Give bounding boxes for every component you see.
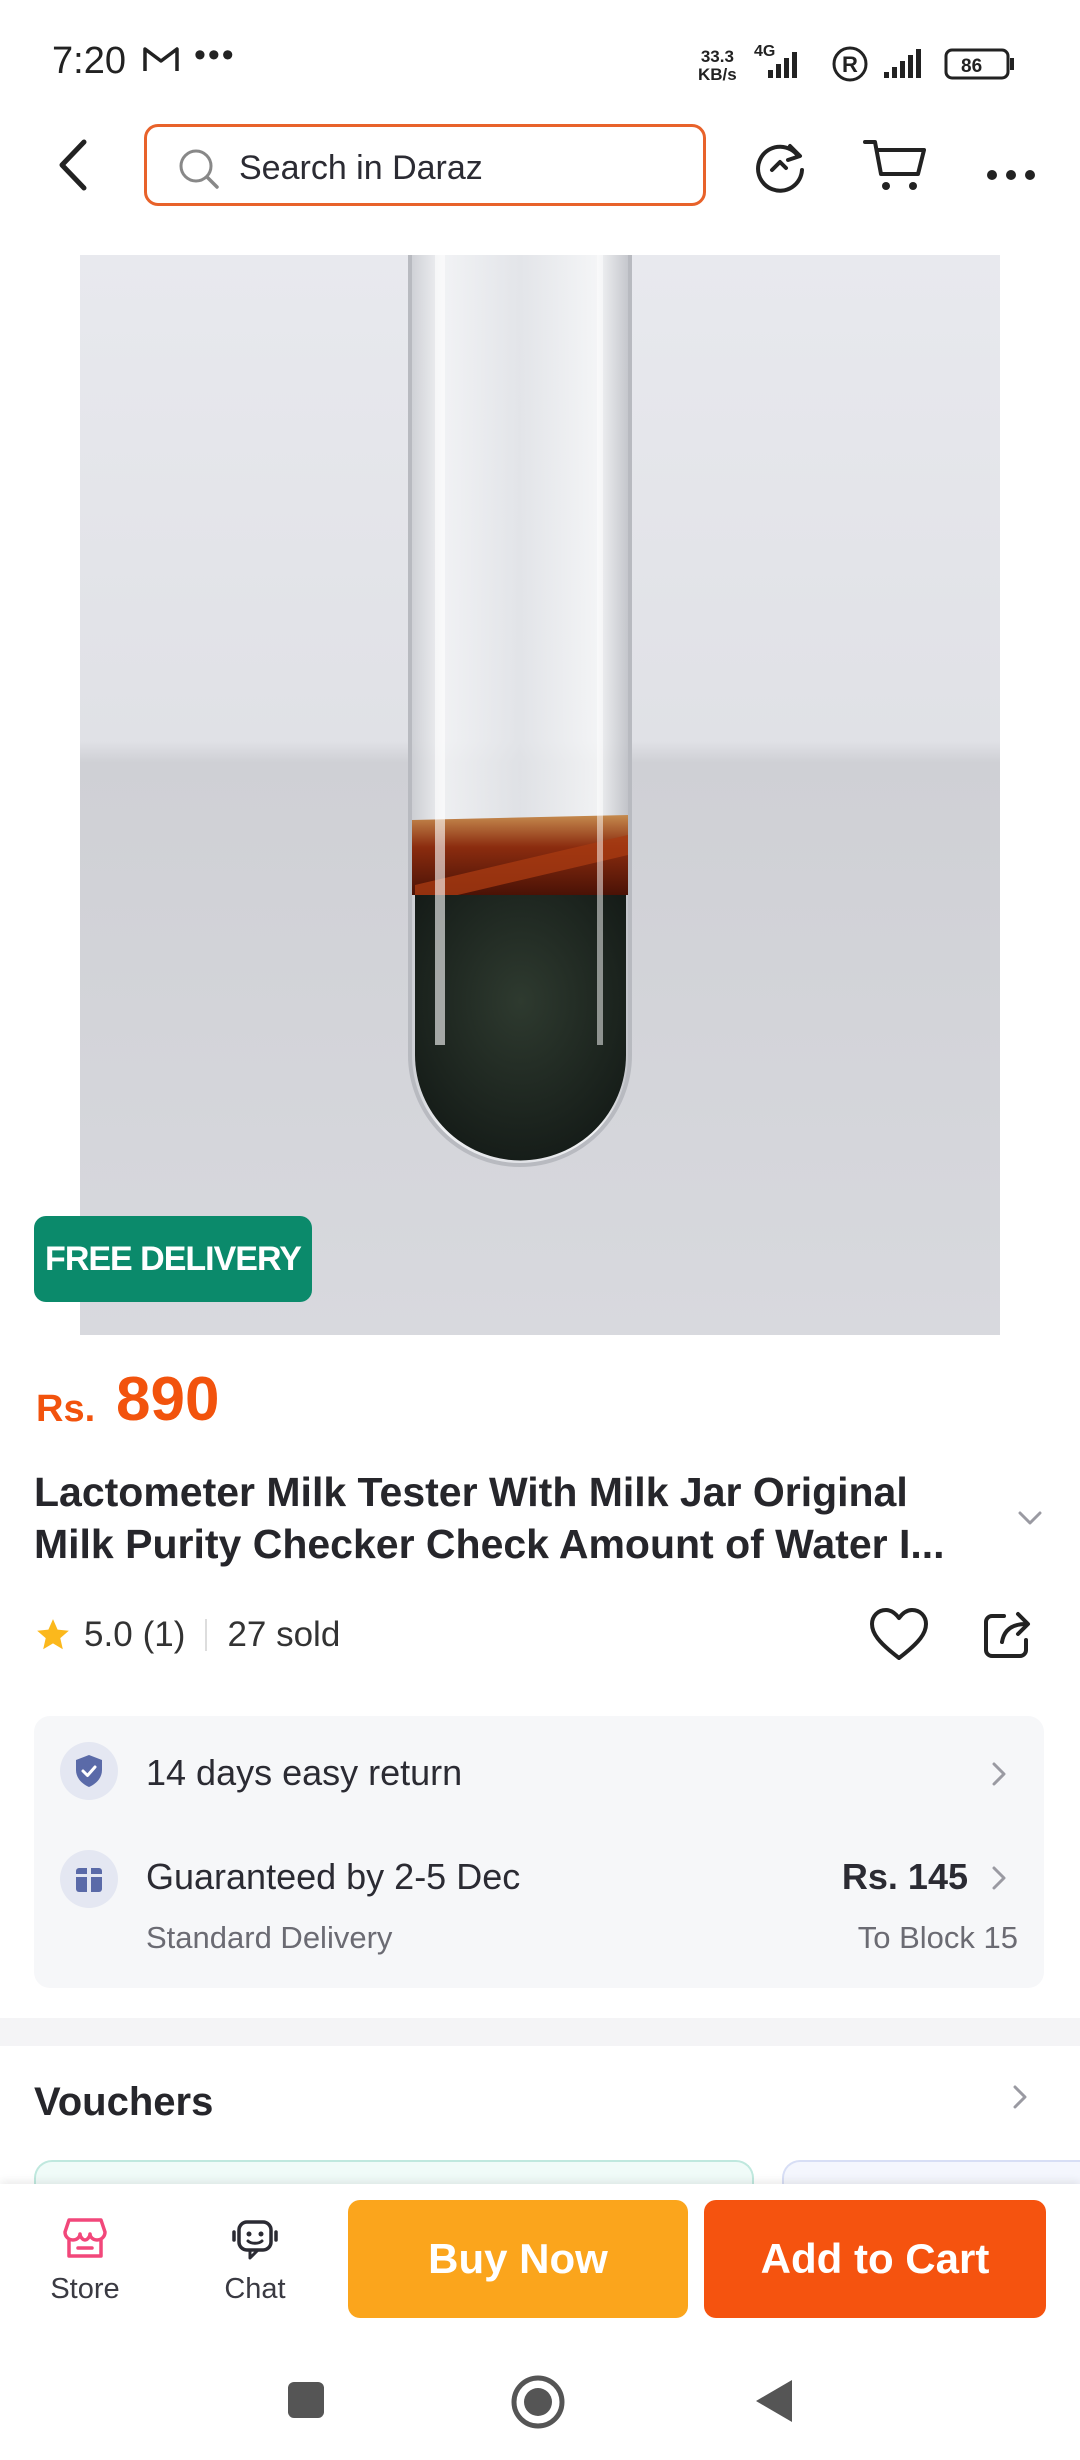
refresh-button[interactable]	[752, 138, 810, 201]
status-bar: 7:20 ••• 33.3 KB/s 4G R 86	[0, 0, 1080, 120]
buy-now-button[interactable]: Buy Now	[348, 2200, 688, 2318]
chat-icon	[232, 2220, 278, 2260]
return-policy-row[interactable]: 14 days easy return	[34, 1716, 1044, 1826]
divider	[205, 1619, 208, 1651]
signal-bar	[776, 64, 781, 78]
chat-label: Chat	[224, 2273, 286, 2305]
chevron-right-icon	[992, 1866, 1006, 1890]
system-navigation-bar	[0, 2354, 1080, 2460]
service-info-card: 14 days easy return Guaranteed by 2-5 De…	[34, 1716, 1044, 1988]
delivery-row[interactable]: Guaranteed by 2-5 Dec Standard Delivery …	[34, 1826, 1044, 1986]
home-button[interactable]	[510, 2374, 566, 2435]
product-photo	[80, 255, 1000, 1335]
cart-icon	[863, 140, 926, 190]
review-count: (1)	[142, 1615, 186, 1654]
delivery-fee: Rs. 145	[841, 1856, 968, 1897]
status-time: 7:20	[52, 40, 126, 82]
product-title-line: Milk Purity Checker Check Amount of Wate…	[34, 1521, 945, 1567]
free-delivery-badge: FREE DELIVERY	[34, 1216, 312, 1302]
delivery-guarantee: Guaranteed by 2-5 Dec	[146, 1856, 521, 1897]
back-arrow-icon	[59, 139, 87, 191]
status-more-icon: •••	[194, 36, 236, 74]
store-icon	[63, 2218, 107, 2258]
delivery-type: Standard Delivery	[146, 1920, 393, 1955]
share-icon	[984, 1612, 1030, 1658]
back-button[interactable]	[48, 130, 98, 200]
store-label: Store	[50, 2273, 120, 2305]
refresh-icon	[756, 144, 804, 193]
star-icon	[37, 1619, 69, 1650]
share-button[interactable]	[980, 1606, 1036, 1667]
network-speed-unit: KB/s	[698, 65, 737, 84]
svg-text:R: R	[842, 52, 858, 77]
signal-bar	[792, 52, 797, 78]
gmail-notification-icon	[142, 44, 180, 79]
product-image-gallery[interactable]	[0, 255, 1080, 1335]
chat-button[interactable]: Chat	[200, 2216, 310, 2326]
cart-button[interactable]	[862, 136, 928, 199]
vouchers-title[interactable]: Vouchers	[34, 2080, 213, 2125]
square-icon	[288, 2382, 324, 2418]
rating-value: 5.0	[84, 1615, 133, 1654]
signal-bar	[884, 72, 889, 78]
search-placeholder: Search in Daraz	[239, 149, 483, 187]
product-title[interactable]: Lactometer Milk Tester With Milk Jar Ori…	[34, 1466, 994, 1570]
signal-bar	[892, 67, 897, 78]
product-price: 890	[116, 1365, 220, 1434]
signal-bar	[916, 49, 921, 78]
back-triangle-icon	[756, 2380, 792, 2422]
vouchers-more-button[interactable]	[1010, 2082, 1030, 2117]
system-back-button[interactable]	[752, 2376, 796, 2431]
signal-bar	[784, 58, 789, 78]
more-options-button[interactable]	[986, 150, 1036, 195]
status-icons: 4G R 86	[752, 42, 1022, 91]
heart-icon	[870, 1608, 928, 1660]
section-divider	[0, 2018, 1080, 2046]
add-to-cart-button[interactable]: Add to Cart	[704, 2200, 1046, 2318]
recent-apps-button[interactable]	[284, 2378, 328, 2427]
store-button[interactable]: Store	[30, 2216, 140, 2326]
chevron-right-icon	[992, 1762, 1006, 1786]
signal-bar	[908, 55, 913, 78]
wishlist-button[interactable]	[868, 1606, 930, 1669]
signal-bar	[768, 70, 773, 78]
product-title-line: Lactometer Milk Tester With Milk Jar Ori…	[34, 1469, 908, 1515]
home-circle-icon	[511, 2375, 565, 2429]
signal-bar	[900, 61, 905, 78]
chevron-down-icon	[1018, 1511, 1042, 1525]
delivery-location: To Block 15	[857, 1920, 1018, 1955]
delivery-box-icon	[60, 1850, 118, 1908]
shield-check-icon	[60, 1742, 118, 1800]
price-currency: Rs.	[36, 1388, 96, 1430]
network-type-label: 4G	[754, 43, 775, 60]
search-input[interactable]: Search in Daraz	[144, 124, 706, 206]
network-speed-value: 33.3	[700, 47, 734, 66]
battery-level: 86	[961, 56, 982, 77]
rating-row[interactable]: 5.0 (1) 27 sold	[34, 1610, 340, 1660]
network-speed: 33.3 KB/s	[698, 48, 737, 84]
return-policy-label: 14 days easy return	[146, 1752, 463, 1793]
chevron-right-icon	[1013, 2085, 1027, 2109]
search-icon	[177, 147, 221, 196]
sold-count: 27 sold	[227, 1615, 341, 1654]
expand-title-button[interactable]	[1016, 1508, 1044, 1533]
more-icon	[987, 170, 1035, 180]
